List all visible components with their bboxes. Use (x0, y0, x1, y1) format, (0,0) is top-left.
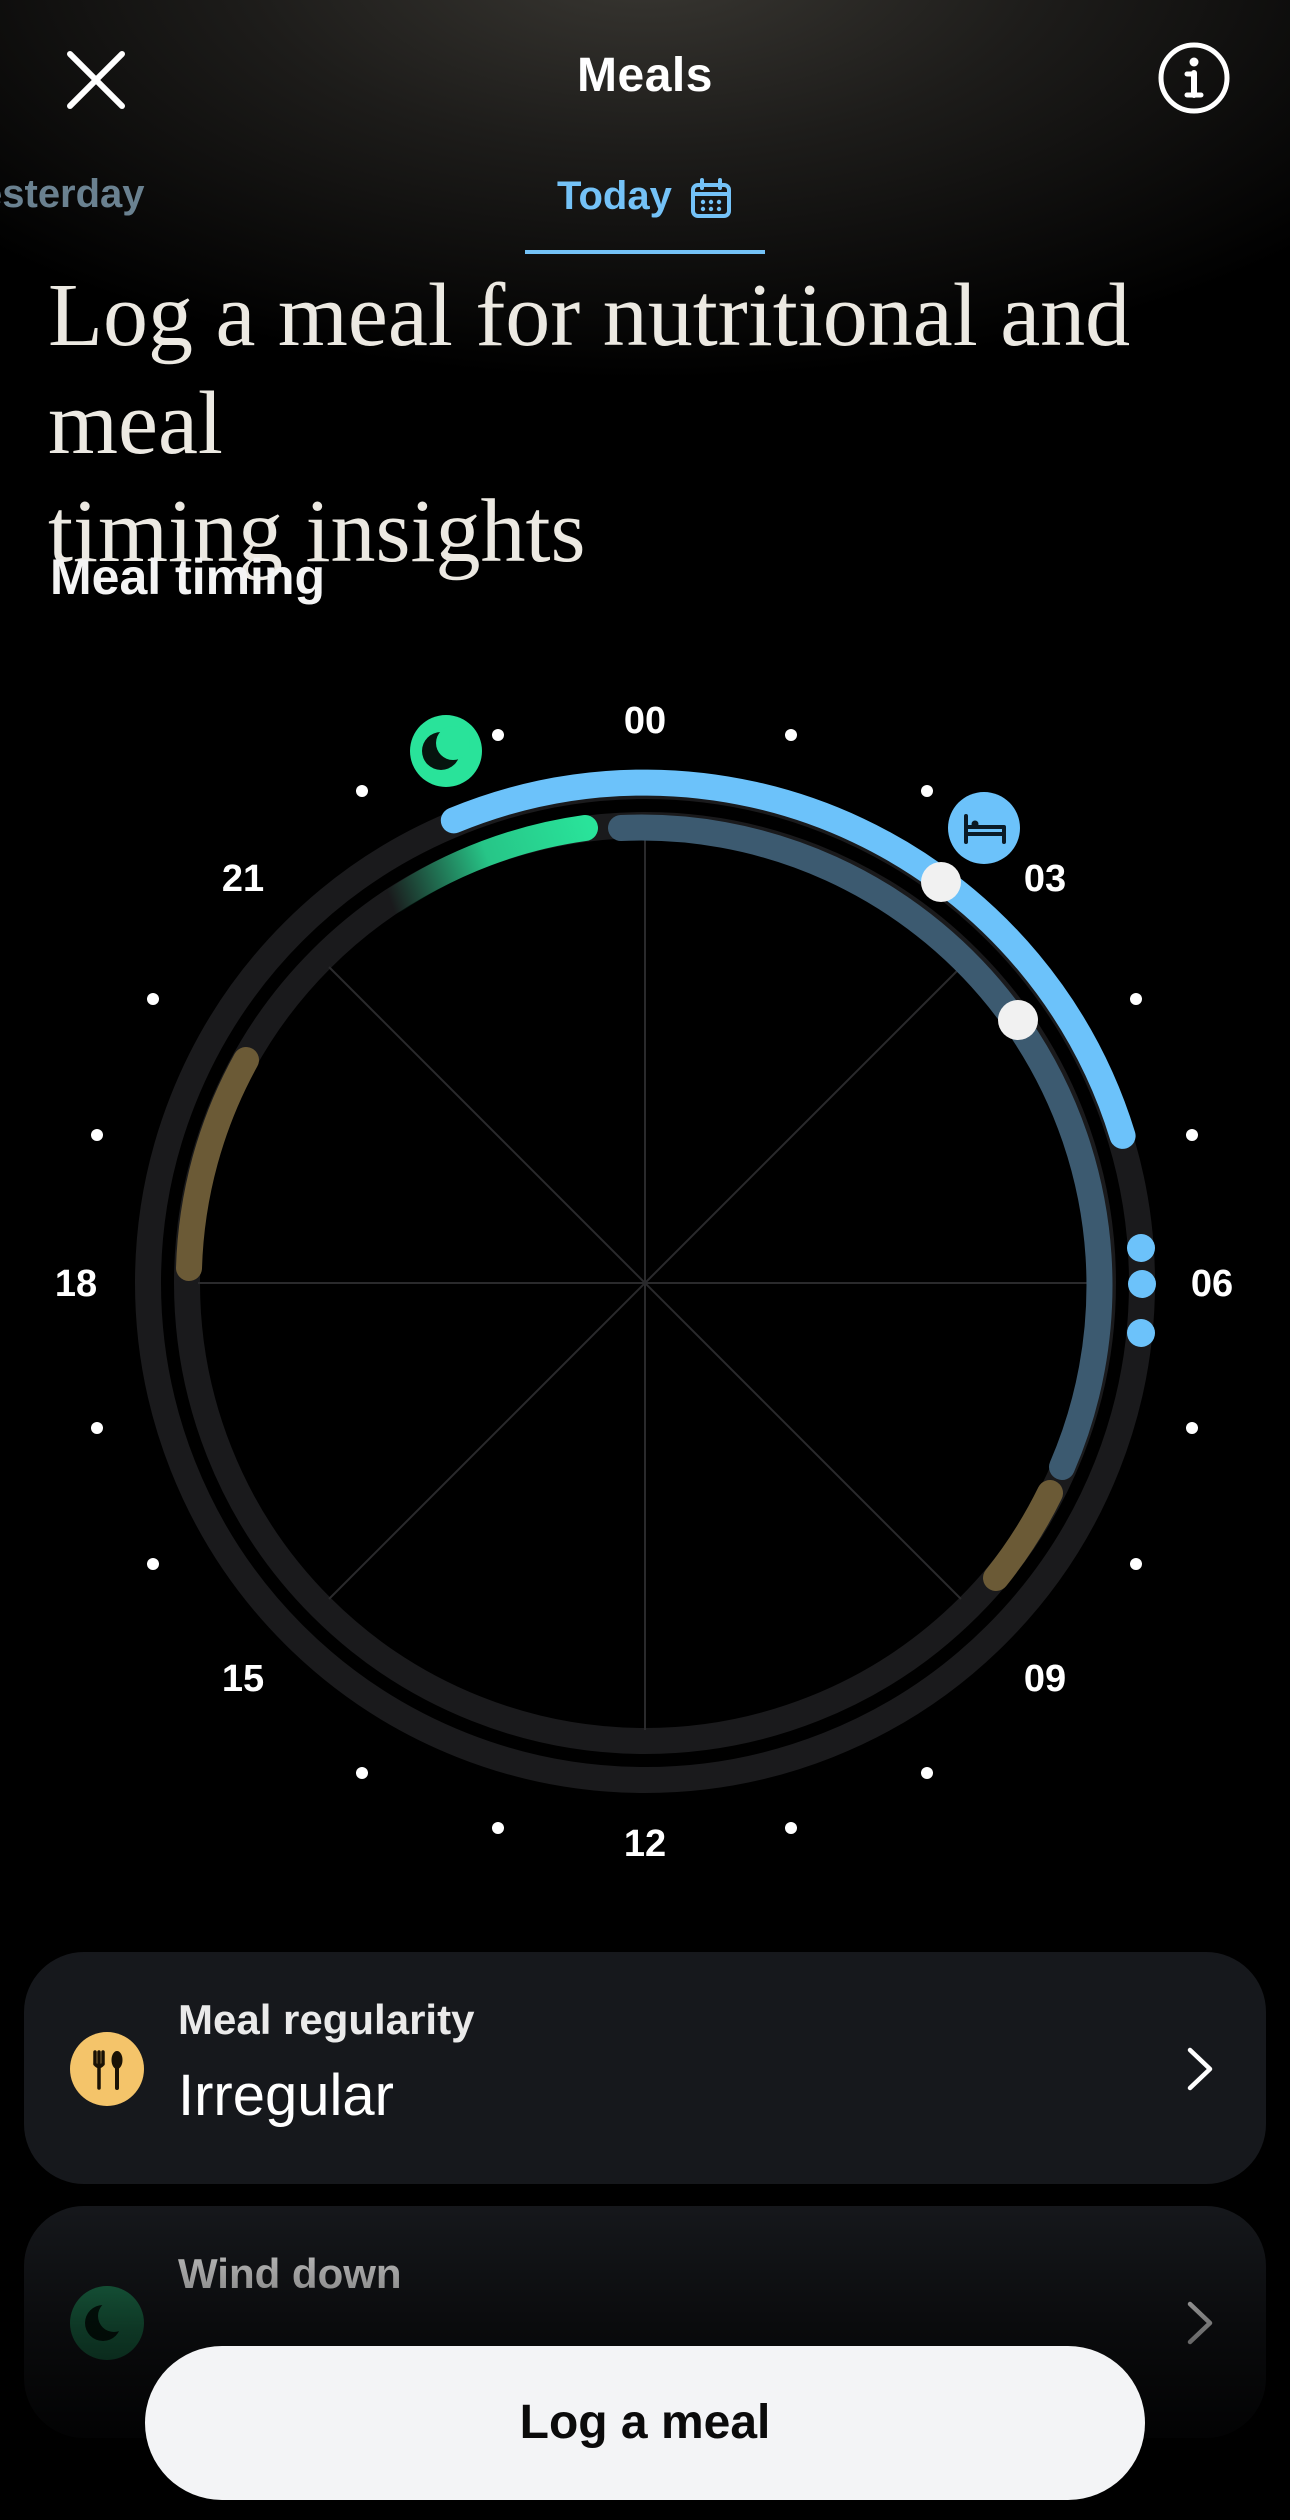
hour-label-09: 09 (1024, 1658, 1066, 1700)
sleep-dim-arc (608, 814, 1113, 1480)
hour-label-06: 06 (1191, 1263, 1233, 1305)
wake-dots (1127, 1234, 1156, 1347)
top-bar: Meals (0, 0, 1290, 170)
card-label: Meal regularity (178, 1996, 475, 2043)
card-label: Wind down (178, 2250, 402, 2297)
headline: Log a meal for nutritional and meal timi… (48, 262, 1248, 586)
info-icon (1158, 42, 1230, 114)
tab-today[interactable]: Today (525, 168, 765, 254)
chevron-right-icon (1187, 2301, 1213, 2345)
sleep-start-marker (921, 862, 961, 902)
hour-label-03: 03 (1024, 858, 1066, 900)
bed-icon (948, 792, 1020, 864)
calendar-icon (691, 178, 731, 218)
day-tabs: esterday Today (0, 160, 1290, 254)
meal-regularity-card[interactable]: Meal regularity Irregular (24, 1952, 1266, 2184)
fork-knife-icon (70, 2032, 144, 2106)
info-button[interactable] (1156, 40, 1232, 116)
sleep-end-marker (998, 1000, 1038, 1040)
tab-yesterday[interactable]: esterday (0, 172, 145, 217)
headline-line-1: Log a meal for nutritional and meal (48, 266, 1131, 473)
page-title: Meals (577, 49, 713, 102)
moon-icon (70, 2286, 144, 2360)
chevron-right-icon (1187, 2047, 1213, 2091)
hour-label-00: 00 (624, 700, 666, 742)
meal-timing-title: Meal timing (50, 549, 326, 605)
card-value: Irregular (178, 2063, 394, 2128)
log-meal-button[interactable]: Log a meal (145, 2346, 1145, 2500)
hour-label-21: 21 (222, 858, 264, 900)
hour-label-15: 15 (222, 1658, 264, 1700)
moon-icon (410, 715, 482, 787)
hour-label-12: 12 (624, 1823, 666, 1865)
meal-timing-clock: 00 03 06 09 12 15 18 21 (55, 700, 1233, 1865)
hour-label-18: 18 (55, 1263, 97, 1305)
tab-today-label: Today (557, 174, 672, 218)
